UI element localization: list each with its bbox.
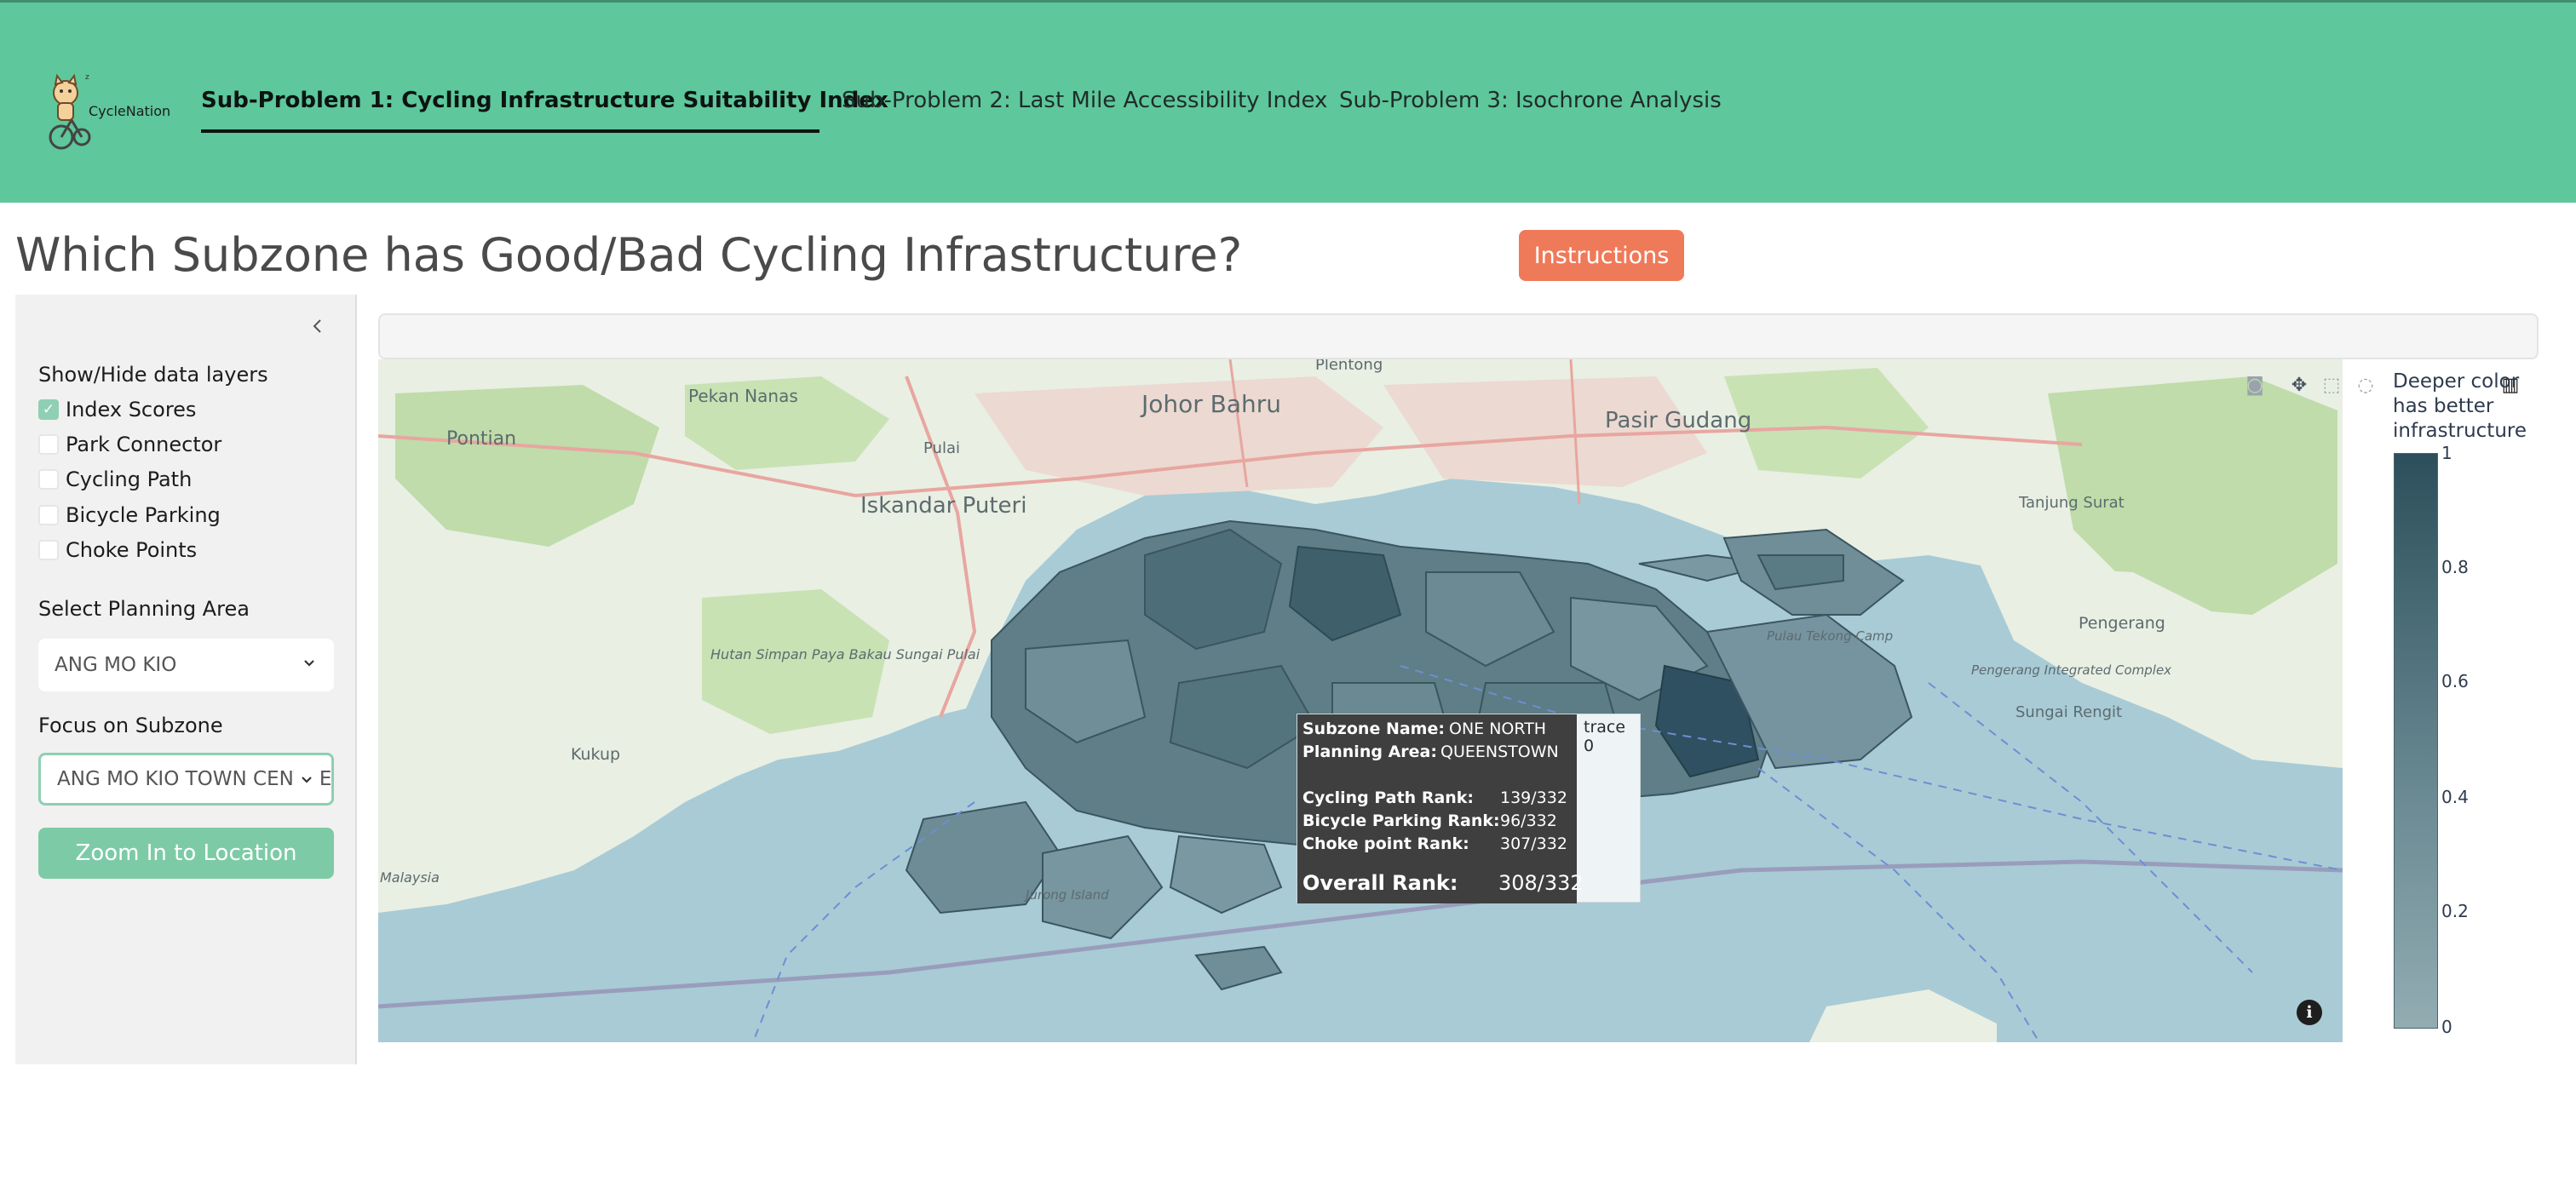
colorbar-tick: 1 <box>2441 443 2452 463</box>
place-label: Sungai Rengit <box>2015 703 2122 721</box>
place-label: Johor Bahru <box>1140 390 1281 418</box>
place-label: Hutan Simpan Paya Bakau Sungai Pulai <box>710 646 980 662</box>
place-label: Tanjung Surat <box>2018 494 2125 512</box>
instructions-button[interactable]: Instructions <box>1519 230 1684 281</box>
zoom-in-to-location-button[interactable]: Zoom In to Location <box>38 828 334 879</box>
colorbar-tick: 0.6 <box>2441 671 2469 691</box>
tooltip-key: Cycling Path Rank: <box>1302 788 1475 807</box>
chevron-down-icon[interactable] <box>294 767 319 793</box>
tab-sub-problem-1[interactable]: Sub-Problem 1: Cycling Infrastructure Su… <box>201 88 888 113</box>
tooltip-value: 139/332 <box>1500 788 1567 807</box>
checkbox-icon[interactable] <box>38 469 59 490</box>
tooltip-value: 96/332 <box>1500 811 1557 830</box>
info-icon[interactable]: i <box>2297 1000 2322 1025</box>
place-label: Malaysia <box>380 869 440 886</box>
tooltip-key: Planning Area: <box>1302 743 1437 761</box>
lasso-icon[interactable]: ◌ <box>2355 375 2377 397</box>
planning-area-select[interactable]: ANG MO KIO <box>38 639 334 691</box>
camera-icon[interactable]: ◙ <box>2244 375 2266 397</box>
subzone-polygon[interactable] <box>1169 834 1283 915</box>
place-label: Pulai <box>923 439 960 457</box>
tooltip-key: Overall Rank: <box>1302 871 1458 895</box>
tab-sub-problem-2[interactable]: Sub-Problem 2: Last Mile Accessibility I… <box>842 88 1327 113</box>
tab-sub-problem-3[interactable]: Sub-Problem 3: Isochrone Analysis <box>1339 88 1722 113</box>
tooltip-body: Subzone Name: ONE NORTH Planning Area: Q… <box>1297 714 1584 903</box>
tooltip-overall-row: Overall Rank: 308/332 <box>1302 871 1584 895</box>
layer-label: Choke Points <box>66 538 198 562</box>
page-title: Which Subzone has Good/Bad Cycling Infra… <box>15 228 1243 282</box>
layer-toggle-index-scores[interactable]: ✓ Index Scores <box>38 395 196 424</box>
place-label: Pekan Nanas <box>688 386 798 406</box>
layer-label: Index Scores <box>66 398 197 421</box>
subzone-select[interactable]: ANG MO KIO TOWN CENTRE <box>38 753 334 806</box>
tooltip-trace-name: trace 0 <box>1584 718 1626 755</box>
svg-text:z: z <box>85 73 89 82</box>
tooltip-value: 307/332 <box>1500 834 1567 853</box>
place-label: Pulau Tekong Camp <box>1767 628 1893 644</box>
planning-area-value: ANG MO KIO <box>55 654 177 676</box>
brand-name: CycleNation <box>89 103 171 119</box>
choropleth-map[interactable]: Pontian Pekan Nanas Johor Bahru Pasir Gu… <box>378 359 2343 1042</box>
layer-toggle-choke-points[interactable]: Choke Points <box>38 536 197 565</box>
tooltip-key: Choke point Rank: <box>1302 834 1469 853</box>
colorbar-tick: 0.8 <box>2441 557 2469 577</box>
subzone-polygon[interactable] <box>1194 945 1283 991</box>
land-south <box>1809 989 1997 1042</box>
sidebar: Show/Hide data layers ✓ Index Scores Par… <box>15 295 357 1064</box>
place-label: Plentong <box>1315 359 1383 374</box>
tooltip-value: 308/332 <box>1498 871 1584 895</box>
tooltip-cycling-path-row: Cycling Path Rank: 139/332 <box>1302 788 1567 807</box>
place-label: Pasir Gudang <box>1605 408 1751 433</box>
colorbar-tick: 0.4 <box>2441 787 2469 807</box>
place-label: Iskandar Puteri <box>860 493 1026 519</box>
colorbar <box>2394 453 2438 1029</box>
checkbox-checked-icon[interactable]: ✓ <box>38 399 59 420</box>
place-label: Jurong Island <box>1023 887 1109 903</box>
layer-label: Bicycle Parking <box>66 503 221 527</box>
place-label: Pengerang Integrated Complex <box>1971 662 2171 678</box>
layer-label: Cycling Path <box>66 467 193 491</box>
tooltip-key: Subzone Name: <box>1302 720 1445 738</box>
checkbox-icon[interactable] <box>38 434 59 455</box>
tooltip-value: ONE NORTH <box>1449 720 1547 738</box>
tooltip-bicycle-parking-row: Bicycle Parking Rank: 96/332 <box>1302 811 1557 830</box>
box-select-icon[interactable]: ⬚ <box>2320 375 2343 397</box>
colorbar-title-line: Deeper color <box>2393 370 2520 393</box>
colorbar-title-line: has better <box>2393 395 2494 417</box>
place-label: Kukup <box>571 745 620 764</box>
checkbox-icon[interactable] <box>38 540 59 560</box>
tooltip-subzone-row: Subzone Name: ONE NORTH <box>1302 720 1546 738</box>
layer-toggle-park-connector[interactable]: Park Connector <box>38 430 221 459</box>
subzone-label: Focus on Subzone <box>38 714 223 737</box>
colorbar-tick: 0 <box>2441 1017 2452 1037</box>
map-header-bar <box>378 313 2539 359</box>
tooltip-choke-point-row: Choke point Rank: 307/332 <box>1302 834 1567 853</box>
hover-tooltip: Subzone Name: ONE NORTH Planning Area: Q… <box>1297 714 1641 903</box>
chevron-down-icon[interactable] <box>296 651 322 676</box>
map-canvas[interactable]: Pontian Pekan Nanas Johor Bahru Pasir Gu… <box>378 359 2343 1042</box>
planning-area-label: Select Planning Area <box>38 597 250 621</box>
layer-label: Park Connector <box>66 433 222 456</box>
colorbar-title-line: infrastructure <box>2393 420 2527 442</box>
active-tab-underline <box>201 129 819 133</box>
colorbar-title: Deeper color has better infrastructure <box>2393 370 2527 444</box>
pan-icon[interactable]: ✥ <box>2288 375 2310 397</box>
subzone-value: ANG MO KIO TOWN CENTRE <box>57 768 332 790</box>
tooltip-value: QUEENSTOWN <box>1440 743 1559 761</box>
tooltip-key: Bicycle Parking Rank: <box>1302 811 1500 830</box>
layer-toggle-cycling-path[interactable]: Cycling Path <box>38 465 192 494</box>
collapse-sidebar-icon[interactable] <box>305 313 331 339</box>
colorbar-tick: 0.2 <box>2441 901 2469 921</box>
layers-heading: Show/Hide data layers <box>38 363 268 387</box>
place-label: Pontian <box>446 428 516 450</box>
layer-toggle-bicycle-parking[interactable]: Bicycle Parking <box>38 501 221 530</box>
place-label: Pengerang <box>2079 614 2165 633</box>
top-navbar: z CycleNation Sub-Problem 1: Cycling Inf… <box>0 0 2576 203</box>
tooltip-planning-area-row: Planning Area: QUEENSTOWN <box>1302 743 1559 761</box>
checkbox-icon[interactable] <box>38 505 59 525</box>
